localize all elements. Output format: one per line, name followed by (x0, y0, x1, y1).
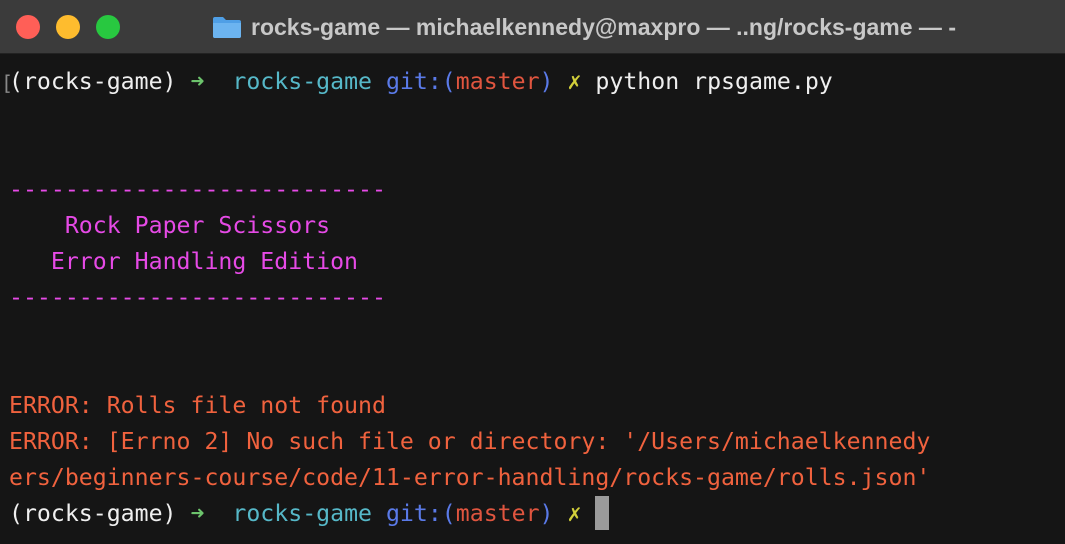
prompt-dir: rocks-game (232, 68, 372, 95)
error-message-2: ERROR: [Errno 2] No such file or directo… (9, 428, 931, 455)
error-message-1: ERROR: Rolls file not found (9, 392, 386, 419)
prompt-branch: master (455, 68, 540, 95)
prompt-dir-2: rocks-game (232, 500, 372, 527)
dirty-mark-icon: ✗ (567, 68, 582, 95)
separator-bottom: --------------------------- (9, 280, 386, 316)
separator-top: --------------------------- (9, 172, 386, 208)
close-button[interactable] (16, 15, 40, 39)
prompt-arrow-icon: ➜ (190, 68, 205, 95)
minimize-button[interactable] (56, 15, 80, 39)
error-message-3: ers/beginners-course/code/11-error-handl… (9, 464, 931, 491)
terminal-window: rocks-game — michaelkennedy@maxpro — ..n… (0, 0, 1065, 544)
command-text: python rpsgame.py (595, 68, 833, 95)
separator-top-text: --------------------------- (9, 176, 386, 203)
prompt-env-2: (rocks-game) (9, 500, 177, 527)
banner-title: Rock Paper Scissors (64, 212, 331, 239)
prompt-git: git:( (385, 68, 456, 95)
prompt-git-close-2: ) (539, 500, 554, 527)
banner-subtitle: Error Handling Edition (50, 248, 359, 275)
banner-title-line: Rock Paper Scissors (9, 208, 330, 244)
prompt-branch-2: master (455, 500, 540, 527)
banner-subtitle-line: Error Handling Edition (9, 244, 358, 280)
prompt-arrow-icon-2: ➜ (190, 500, 205, 527)
error-line-2: ERROR: [Errno 2] No such file or directo… (9, 424, 930, 460)
dirty-mark-icon-2: ✗ (567, 500, 582, 527)
window-title: rocks-game — michaelkennedy@maxpro — ..n… (251, 14, 956, 40)
text-cursor[interactable] (595, 496, 610, 530)
zoom-button[interactable] (96, 15, 120, 39)
error-line-3: ers/beginners-course/code/11-error-handl… (9, 460, 930, 496)
error-line-1: ERROR: Rolls file not found (9, 388, 386, 424)
prompt-line-2: (rocks-game) ➜ rocks-game git:(master) ✗ (9, 496, 610, 532)
terminal-content[interactable]: [ (rocks-game) ➜ rocks-game git:(master)… (0, 64, 1065, 544)
prompt-git-close: ) (539, 68, 554, 95)
title-bar[interactable]: rocks-game — michaelkennedy@maxpro — ..n… (0, 0, 1065, 54)
separator-bottom-text: --------------------------- (9, 284, 386, 311)
prompt-env: (rocks-game) (9, 68, 177, 95)
prompt-git-2: git:( (385, 500, 456, 527)
prompt-line-1: (rocks-game) ➜ rocks-game git:(master) ✗… (9, 64, 833, 100)
folder-icon (213, 17, 241, 38)
